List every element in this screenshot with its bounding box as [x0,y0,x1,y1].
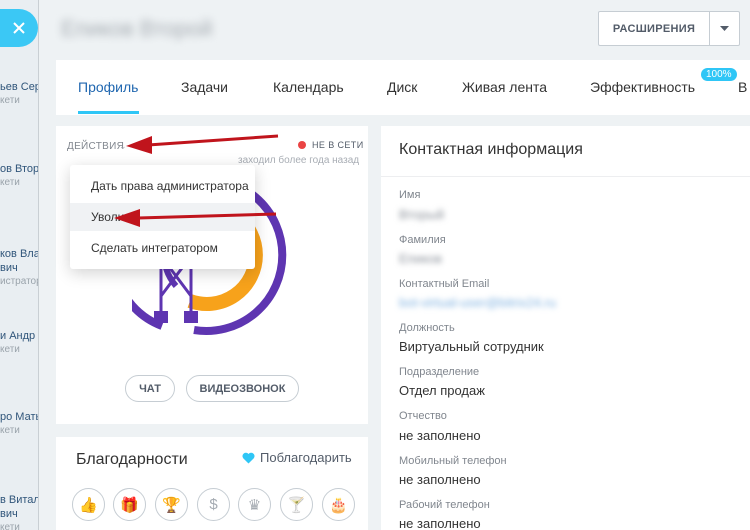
tab-disk[interactable]: Диск [387,79,417,95]
tab-profile[interactable]: Профиль [78,79,138,95]
thank-link-label: Поблагодарить [260,450,352,465]
tab-efficiency[interactable]: Эффективность [590,79,695,95]
field-label-position: Должность [399,322,455,334]
profile-tabs: Профиль Задачи Календарь Диск Живая лент… [56,60,750,115]
contact-title: Контактная информация [399,141,583,158]
field-label-work-phone: Рабочий телефон [399,499,490,511]
actions-menu: Дать права администратора Уволить Сделат… [70,165,255,269]
extensions-label: РАСШИРЕНИЯ [612,22,696,35]
menu-item-dismiss[interactable]: Уволить [70,203,255,231]
page-title: Епиков Второй [61,16,213,41]
close-slider-button[interactable] [0,9,38,47]
status-badge: НЕ В СЕТИ [298,140,364,150]
thank-button[interactable]: Поблагодарить [242,450,352,465]
status-text: НЕ В СЕТИ [312,140,364,150]
field-value-mobile: не заполнено [399,472,481,487]
field-label-mobile: Мобильный телефон [399,455,507,467]
chevron-down-icon[interactable]: ⌄ [119,141,127,152]
field-value-work-phone: не заполнено [399,516,481,530]
field-value-department: Отдел продаж [399,383,485,398]
list-item-name: ьев Сер [0,81,41,93]
tab-tasks[interactable]: Задачи [181,79,228,95]
extensions-button[interactable]: РАСШИРЕНИЯ [598,11,740,46]
field-value-name: Вторый [399,207,445,222]
field-label-name: Имя [399,189,421,201]
gift-icon[interactable]: 🎁 [113,488,146,521]
money-bag-icon[interactable]: $ [197,488,230,521]
contact-card: Контактная информация Имя Вторый Фамилия… [381,126,750,530]
thanks-title: Благодарности [76,451,188,468]
cake-icon[interactable]: 🎂 [322,488,355,521]
offline-dot-icon [298,141,306,149]
field-label-surname: Фамилия [399,234,446,246]
list-item-name: ов Втор [0,163,40,175]
field-label-department: Подразделение [399,366,480,378]
last-seen-text: заходил более года назад [238,155,360,166]
actions-dropdown[interactable]: ДЕЙСТВИЯ [67,141,124,152]
field-label-patronymic: Отчество [399,410,447,422]
field-value-patronymic: не заполнено [399,428,481,443]
cocktail-icon[interactable]: 🍸 [280,488,313,521]
chat-button[interactable]: ЧАТ [125,375,175,402]
tab-live-feed[interactable]: Живая лента [462,79,547,95]
menu-item-make-admin[interactable]: Дать права администратора [70,172,255,200]
tab-more[interactable]: В [738,79,747,95]
close-icon [13,22,25,34]
heart-icon [242,452,255,463]
divider [381,176,750,177]
field-value-surname: Епиков [399,251,442,266]
list-item-name: и Андр [0,330,36,342]
crown-icon[interactable]: ♛ [238,488,271,521]
tab-calendar[interactable]: Календарь [273,79,344,95]
efficiency-badge: 100% [701,68,737,81]
list-item-name: ро Маты [0,411,44,423]
menu-item-make-integrator[interactable]: Сделать интегратором [70,234,255,262]
video-call-button[interactable]: ВИДЕОЗВОНОК [186,375,299,402]
profile-slider: Епиков Второй РАСШИРЕНИЯ Профиль Задачи … [38,0,750,530]
chevron-down-icon[interactable] [710,25,739,32]
field-value-position: Виртуальный сотрудник [399,339,544,354]
cup-icon[interactable]: 🏆 [155,488,188,521]
field-value-email[interactable]: bot-virtual-user@bitrix24.ru [399,295,556,310]
active-tab-indicator [78,111,139,114]
field-label-email: Контактный Email [399,278,490,290]
thanks-card: Благодарности Поблагодарить 👍 🎁 🏆 $ ♛ 🍸 … [56,437,368,530]
thumbs-up-icon[interactable]: 👍 [72,488,105,521]
